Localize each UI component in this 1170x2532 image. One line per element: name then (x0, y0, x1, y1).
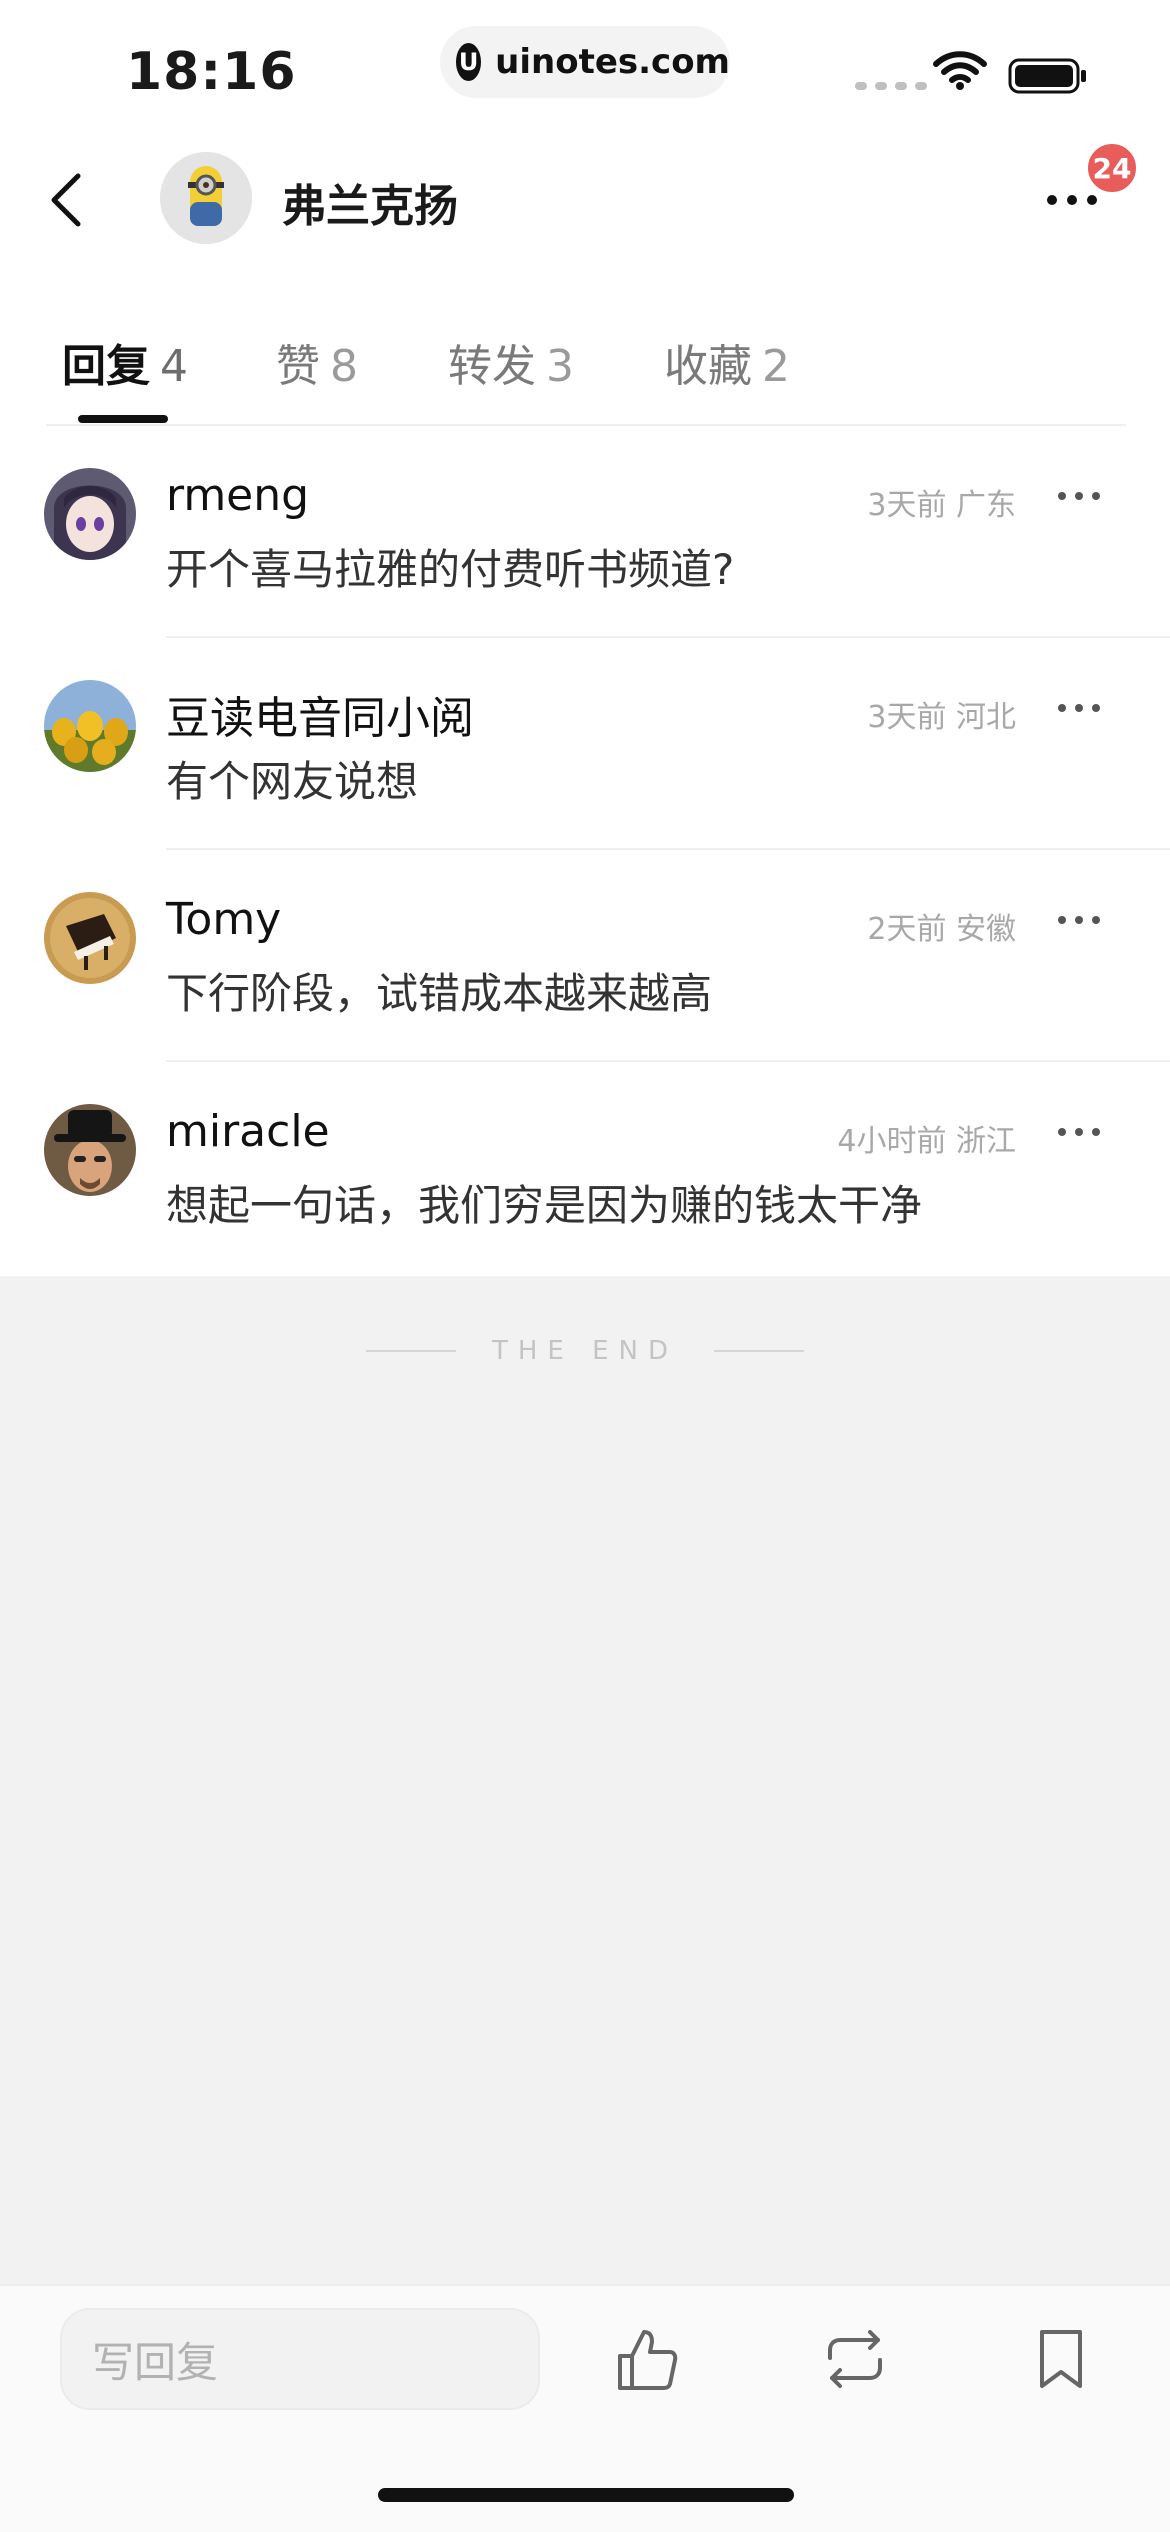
anime-avatar-icon (44, 468, 136, 560)
wifi-icon (933, 51, 987, 90)
tab-count: 2 (762, 341, 790, 392)
reply-list: rmeng 3天前 广东 开个喜马拉雅的付费听书频道? 豆读电音同小阅 3天前 … (0, 426, 1170, 1274)
home-indicator[interactable] (378, 2488, 794, 2502)
repost-icon[interactable] (820, 2324, 890, 2394)
reply-author[interactable]: 豆读电音同小阅 (166, 682, 474, 746)
tab-label: 转发 (448, 341, 536, 392)
page: 18:16 U uinotes.com 弗兰克扬 24 回复 4 赞 8 转发 … (0, 0, 1170, 2532)
reply-author[interactable]: miracle (166, 1106, 330, 1157)
end-text: THE END (491, 1336, 679, 1366)
reply-author[interactable]: rmeng (166, 470, 309, 521)
minion-avatar-icon (160, 152, 252, 244)
tab-count: 3 (546, 341, 574, 392)
reply-text: 有个网友说想 (166, 757, 419, 806)
tab-bar: 回复 4 赞 8 转发 3 收藏 2 (0, 300, 1170, 426)
reply-author[interactable]: Tomy (166, 894, 281, 945)
status-bar: 18:16 U uinotes.com (0, 0, 1170, 130)
more-options-icon[interactable] (1054, 1122, 1104, 1142)
avatar[interactable] (44, 892, 136, 984)
back-arrow-icon[interactable] (44, 170, 94, 230)
tab-likes[interactable]: 赞 8 (276, 330, 358, 394)
url-pill[interactable]: U uinotes.com (440, 26, 730, 98)
status-time: 18:16 (126, 42, 297, 102)
notification-badge: 24 (1084, 140, 1140, 196)
reply-input[interactable]: 写回复 (60, 2308, 540, 2410)
reply-meta: 3天前 河北 (867, 700, 1016, 735)
tab-label: 赞 (276, 341, 320, 392)
list-footer-area: THE END (0, 1276, 1170, 2284)
cellular-signal-icon (855, 82, 927, 90)
reply-text: 想起一句话，我们穷是因为赚的钱太干净 (166, 1181, 923, 1230)
user-avatar[interactable] (160, 152, 252, 244)
nav-title: 弗兰克扬 (282, 181, 458, 232)
bookmark-icon[interactable] (1026, 2324, 1096, 2394)
avatar[interactable] (44, 680, 136, 772)
avatar[interactable] (44, 1104, 136, 1196)
tulip-avatar-icon (44, 680, 136, 772)
reply-meta: 4小时前 浙江 (837, 1124, 1016, 1159)
list-item[interactable]: Tomy 2天前 安徽 下行阶段，试错成本越来越高 (0, 850, 1170, 1062)
avatar[interactable] (44, 468, 136, 560)
nav-bar: 弗兰克扬 24 (0, 140, 1170, 260)
tab-label: 回复 (62, 341, 150, 392)
end-line-left (365, 1350, 456, 1352)
tab-reposts[interactable]: 转发 3 (448, 330, 574, 394)
tab-label: 收藏 (664, 341, 752, 392)
more-options-icon[interactable] (1054, 910, 1104, 930)
like-thumb-icon[interactable] (612, 2324, 682, 2394)
end-line-right (714, 1350, 805, 1352)
reply-meta: 3天前 广东 (867, 488, 1016, 523)
tab-replies[interactable]: 回复 4 (62, 330, 188, 394)
list-item[interactable]: 豆读电音同小阅 3天前 河北 有个网友说想 (0, 638, 1170, 850)
list-item[interactable]: miracle 4小时前 浙江 想起一句话，我们穷是因为赚的钱太干净 (0, 1062, 1170, 1274)
list-item[interactable]: rmeng 3天前 广东 开个喜马拉雅的付费听书频道? (0, 426, 1170, 638)
url-text: uinotes.com (495, 42, 730, 82)
reply-meta: 2天前 安徽 (867, 912, 1016, 947)
tab-count: 4 (160, 341, 188, 392)
site-logo-icon: U (456, 43, 482, 81)
man-with-hat-avatar-icon (44, 1104, 136, 1196)
reply-text: 开个喜马拉雅的付费听书频道? (166, 545, 735, 594)
more-options-icon[interactable] (1054, 698, 1104, 718)
more-options-icon[interactable] (1054, 486, 1104, 506)
piano-avatar-icon (44, 892, 136, 984)
end-marker: THE END (0, 1336, 1170, 1366)
tab-count: 8 (330, 341, 358, 392)
battery-icon (1008, 58, 1086, 94)
active-tab-indicator (78, 415, 168, 423)
reply-text: 下行阶段，试错成本越来越高 (166, 969, 713, 1018)
tab-favorites[interactable]: 收藏 2 (664, 330, 790, 394)
